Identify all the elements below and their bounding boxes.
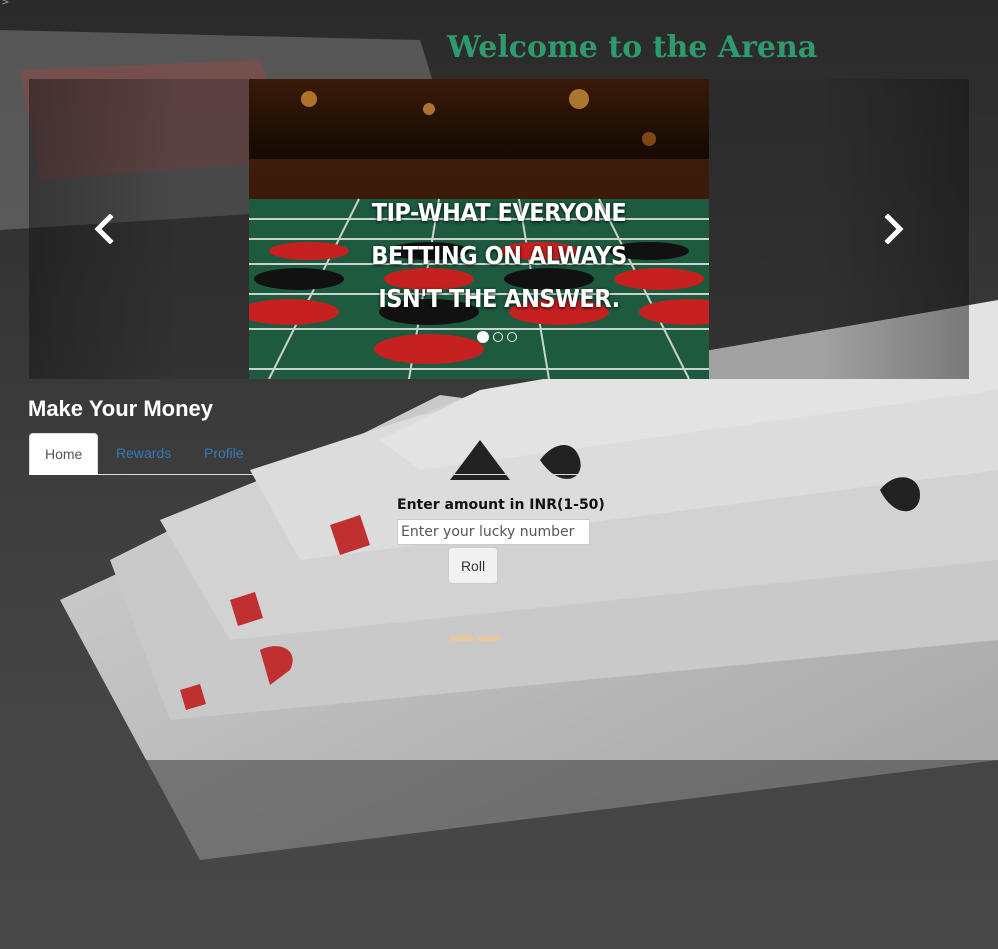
- result-display: [450, 636, 500, 641]
- carousel-indicator-1[interactable]: [477, 331, 489, 343]
- carousel-slide: Tip-what everyone betting on always isn'…: [249, 79, 709, 379]
- tab-rewards[interactable]: Rewards: [101, 433, 186, 474]
- carousel-prev-button[interactable]: [29, 79, 179, 379]
- carousel-caption: Tip-what everyone betting on always isn'…: [371, 198, 627, 313]
- carousel: Tip-what everyone betting on always isn'…: [29, 79, 969, 379]
- carousel-indicator-2[interactable]: [493, 332, 503, 342]
- chevron-right-icon: [884, 214, 904, 244]
- roll-button[interactable]: Roll: [448, 547, 498, 584]
- carousel-next-button[interactable]: [819, 79, 969, 379]
- tab-profile[interactable]: Profile: [189, 433, 259, 474]
- chevron-left-icon: [94, 214, 114, 244]
- carousel-indicator-3[interactable]: [507, 332, 517, 342]
- corner-glyph: >: [1, 0, 10, 8]
- roll-form: Enter amount in INR(1-50) Roll: [397, 497, 607, 584]
- lucky-number-input[interactable]: [397, 519, 590, 545]
- tab-bar: Home Rewards Profile: [29, 433, 969, 475]
- section-title: Make Your Money: [28, 396, 214, 421]
- result-bar: [477, 636, 500, 641]
- page-title: Welcome to the Arena: [447, 30, 818, 65]
- amount-label: Enter amount in INR(1-50): [397, 497, 605, 513]
- result-bar: [450, 636, 473, 641]
- carousel-indicators: [477, 331, 517, 343]
- tab-home[interactable]: Home: [29, 433, 99, 475]
